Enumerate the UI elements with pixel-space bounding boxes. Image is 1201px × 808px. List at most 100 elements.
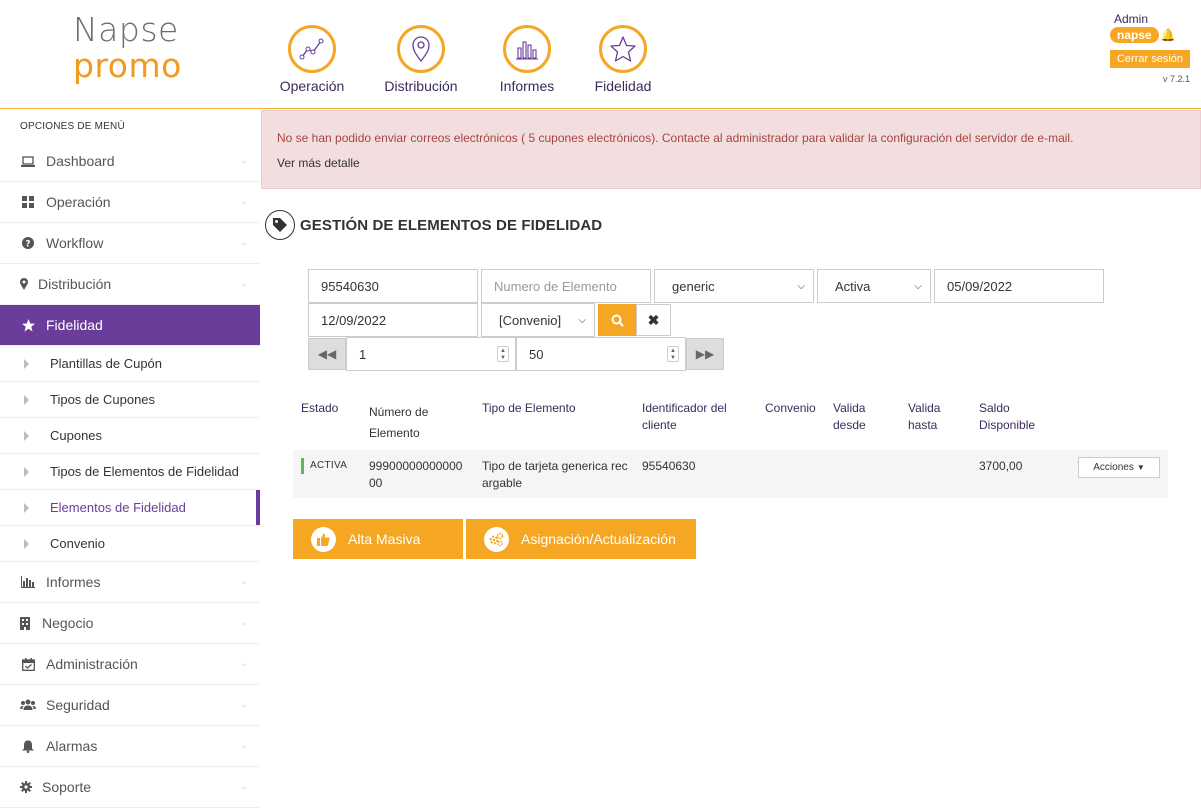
convenio-select-value: [Convenio] bbox=[499, 312, 562, 328]
nav-distribucion[interactable]: Distribución bbox=[371, 25, 471, 94]
sidebar-item-label: Soporte bbox=[42, 779, 92, 795]
date-to-value: 12/09/2022 bbox=[321, 312, 387, 328]
chevron-down-icon: ⌄ bbox=[239, 155, 248, 166]
col-header-numero: Número de Elemento bbox=[369, 405, 429, 440]
date-from-value: 05/09/2022 bbox=[947, 278, 1013, 294]
chevron-down-icon: ⌄ bbox=[239, 658, 248, 669]
assign-update-label: Asignación/Actualización bbox=[521, 531, 676, 547]
nav-fidelidad[interactable]: Fidelidad bbox=[573, 25, 673, 94]
napse-promo-logo[interactable]: Napse promo bbox=[73, 12, 182, 84]
last-page-button[interactable]: ▶▶ bbox=[686, 338, 724, 370]
sidebar-item-dashboard[interactable]: Dashboard ⌄ bbox=[0, 141, 260, 182]
chevron-down-icon: ⌄ bbox=[239, 740, 248, 751]
page-number-input[interactable]: 1 ▲ ▼ bbox=[346, 337, 516, 371]
chevron-down-icon: ⌵ bbox=[797, 281, 805, 292]
users-icon bbox=[20, 699, 36, 711]
sidebar-item-informes[interactable]: Informes ⌄ bbox=[0, 562, 260, 603]
alert-detail-link[interactable]: Ver más detalle bbox=[277, 156, 360, 170]
thumbs-up-icon bbox=[311, 526, 336, 552]
caret-down-icon: ▼ bbox=[1136, 463, 1145, 472]
sidebar-sub-tipos-cupones[interactable]: Tipos de Cupones bbox=[0, 382, 260, 418]
sidebar-sub-tipos-elementos[interactable]: Tipos de Elementos de Fidelidad bbox=[0, 454, 260, 490]
chevron-down-icon: ⌄ bbox=[239, 781, 248, 792]
sidebar-item-label: Administración bbox=[46, 656, 138, 672]
map-marker-icon bbox=[20, 278, 28, 290]
actions-dropdown-button[interactable]: Acciones ▼ bbox=[1078, 457, 1160, 478]
sidebar-item-soporte[interactable]: Soporte ⌄ bbox=[0, 767, 260, 808]
actions-label: Acciones bbox=[1093, 462, 1134, 473]
col-header-estado: Estado bbox=[301, 401, 339, 415]
sidebar: OPCIONES DE MENÚ Dashboard ⌄ Operación ⌄… bbox=[0, 110, 260, 808]
sidebar-sub-plantillas-cupon[interactable]: Plantillas de Cupón bbox=[0, 346, 260, 382]
nav-operacion-label: Operación bbox=[279, 78, 345, 94]
bulk-create-button[interactable]: Alta Masiva bbox=[293, 519, 463, 559]
sidebar-item-label: Alarmas bbox=[46, 738, 98, 754]
sidebar-sub-label: Elementos de Fidelidad bbox=[50, 500, 186, 515]
convenio-select[interactable]: [Convenio] ⌵ bbox=[481, 303, 595, 337]
search-button[interactable] bbox=[598, 304, 636, 336]
sidebar-item-fidelidad[interactable]: Fidelidad bbox=[0, 305, 260, 346]
sidebar-item-workflow[interactable]: ? Workflow ⌄ bbox=[0, 223, 260, 264]
caret-right-icon bbox=[24, 430, 29, 441]
sidebar-sub-label: Convenio bbox=[50, 536, 105, 551]
bell-icon[interactable]: 🔔 bbox=[1161, 28, 1176, 42]
svg-text:?: ? bbox=[25, 240, 30, 250]
clear-button[interactable]: ✖ bbox=[636, 304, 671, 336]
sidebar-item-label: Distribución bbox=[38, 276, 112, 292]
version-label: v 7.2.1 bbox=[1162, 74, 1190, 84]
sidebar-title: OPCIONES DE MENÚ bbox=[20, 121, 125, 132]
sidebar-item-administracion[interactable]: Administración ⌄ bbox=[0, 644, 260, 685]
calendar-check-icon bbox=[20, 657, 36, 671]
nav-informes[interactable]: Informes bbox=[477, 25, 577, 94]
chevron-down-icon: ⌄ bbox=[239, 576, 248, 587]
sidebar-item-label: Informes bbox=[46, 574, 101, 590]
cell-numero: 9990000000000000 bbox=[369, 459, 463, 490]
sidebar-item-operacion[interactable]: Operación ⌄ bbox=[0, 182, 260, 223]
bulk-create-label: Alta Masiva bbox=[348, 531, 421, 547]
logout-button[interactable]: Cerrar sesión bbox=[1110, 50, 1190, 68]
sidebar-item-alarmas[interactable]: Alarmas ⌄ bbox=[0, 726, 260, 767]
sidebar-sub-convenio[interactable]: Convenio bbox=[0, 526, 260, 562]
cell-cliente: 95540630 bbox=[642, 459, 696, 473]
alert-message: No se han podido enviar correos electrón… bbox=[277, 131, 1074, 145]
col-header-cliente: Identificador del cliente bbox=[642, 401, 727, 432]
user-name[interactable]: Admin bbox=[1110, 12, 1190, 26]
status-indicator bbox=[301, 458, 304, 474]
sidebar-item-negocio[interactable]: Negocio ⌄ bbox=[0, 603, 260, 644]
status-select[interactable]: Activa ⌵ bbox=[817, 269, 931, 303]
sidebar-sub-cupones[interactable]: Cupones bbox=[0, 418, 260, 454]
logo-line-1: Napse bbox=[73, 10, 179, 49]
chart-line-icon bbox=[288, 25, 336, 73]
user-box: Admin napse 🔔 Cerrar sesión v 7.2.1 bbox=[1110, 12, 1190, 84]
map-pin-icon bbox=[397, 25, 445, 73]
sidebar-item-label: Seguridad bbox=[46, 697, 110, 713]
tag-icon bbox=[265, 210, 295, 240]
client-id-input[interactable]: 95540630 bbox=[308, 269, 478, 303]
sidebar-item-seguridad[interactable]: Seguridad ⌄ bbox=[0, 685, 260, 726]
sidebar-sub-label: Plantillas de Cupón bbox=[50, 356, 163, 371]
spinner-icon[interactable]: ▲ ▼ bbox=[667, 346, 679, 362]
page-header: GESTIÓN DE ELEMENTOS DE FIDELIDAD bbox=[265, 210, 602, 240]
date-to-input[interactable]: 12/09/2022 bbox=[308, 303, 478, 337]
chevron-down-icon: ⌄ bbox=[239, 237, 248, 248]
date-from-input[interactable]: 05/09/2022 bbox=[934, 269, 1104, 303]
assign-update-button[interactable]: Asignación/Actualización bbox=[466, 519, 696, 559]
spinner-icon[interactable]: ▲ ▼ bbox=[497, 346, 509, 362]
sidebar-sub-elementos-fidelidad[interactable]: Elementos de Fidelidad bbox=[0, 490, 260, 526]
first-page-button[interactable]: ◀◀ bbox=[308, 338, 346, 370]
caret-right-icon bbox=[24, 466, 29, 477]
chevron-down-icon: ⌄ bbox=[239, 699, 248, 710]
col-header-saldo: Saldo Disponible bbox=[979, 401, 1036, 432]
col-header-tipo: Tipo de Elemento bbox=[482, 401, 576, 415]
chevron-down-icon: ⌵ bbox=[578, 315, 586, 326]
double-chevron-left-icon: ◀◀ bbox=[317, 347, 337, 361]
page-size-input[interactable]: 50 ▲ ▼ bbox=[516, 337, 686, 371]
nav-operacion[interactable]: Operación bbox=[262, 25, 362, 94]
element-number-input[interactable]: Numero de Elemento bbox=[481, 269, 651, 303]
caret-right-icon bbox=[24, 538, 29, 549]
type-select[interactable]: generic ⌵ bbox=[654, 269, 814, 303]
sidebar-item-distribucion[interactable]: Distribución ⌄ bbox=[0, 264, 260, 305]
bar-chart-icon bbox=[20, 576, 36, 588]
col-header-convenio: Convenio bbox=[765, 401, 816, 415]
sidebar-item-label: Dashboard bbox=[46, 153, 115, 169]
